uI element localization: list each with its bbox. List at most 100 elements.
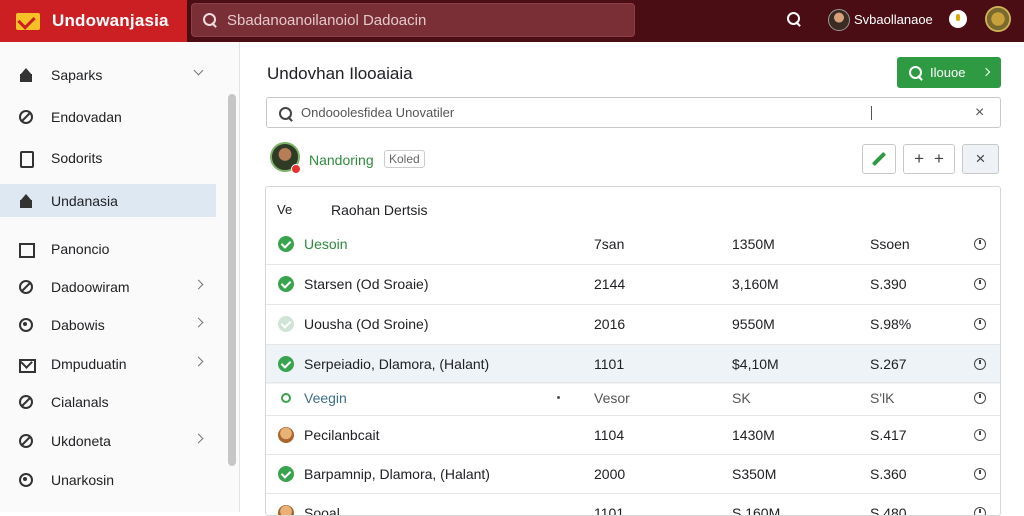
sidebar-item-label: Sodorits	[51, 149, 103, 166]
brand-name: Undowanjasia	[52, 11, 169, 30]
row-amount: SK	[732, 390, 751, 406]
table-row[interactable]: Uesoin 7san 1350M Ssoen	[266, 225, 1000, 265]
tools-button[interactable]: ×	[962, 144, 999, 174]
row-count: 7san	[594, 236, 625, 252]
search-icon	[279, 106, 292, 120]
chevron-right-icon	[193, 279, 204, 290]
clock-icon[interactable]	[974, 429, 986, 441]
add-button[interactable]: ++	[903, 144, 955, 174]
clock-icon[interactable]	[974, 392, 986, 404]
sidebar-item-label: Cialanals	[51, 393, 109, 410]
details-table: Ve Raohan Dertsis Uesoin 7san 1350M Ssoe…	[265, 186, 1001, 516]
check-icon	[278, 316, 294, 332]
chevron-right-icon	[193, 317, 204, 328]
primary-action-label: Ilouoe	[930, 65, 966, 80]
sidebar-item-saparks[interactable]: Saparks	[0, 58, 216, 91]
owner-name[interactable]: Nandoring	[309, 152, 374, 168]
row-value: S.98%	[870, 316, 912, 332]
sidebar-item-label: Endovadan	[51, 108, 122, 125]
row-amount: 1350M	[732, 236, 775, 252]
sidebar-item-dadoowiram[interactable]: Dadoowiram	[0, 270, 216, 303]
mail-logo-icon	[16, 12, 40, 30]
sidebar-item-label: Unarkosin	[51, 471, 115, 488]
chevron-right-icon	[193, 356, 204, 367]
sidebar-item-undanasia[interactable]: Undanasia	[0, 184, 216, 217]
status-badge-icon	[291, 164, 301, 174]
table-row[interactable]: Pecilanbcait 1104 1430M S.417	[266, 415, 1000, 455]
box-icon	[19, 242, 35, 258]
check-icon	[278, 356, 294, 372]
sidebar-item-cialanals[interactable]: Cialanals	[0, 385, 216, 418]
row-amount: 3,160M	[732, 276, 779, 292]
pencil-icon	[871, 151, 887, 167]
document-icon	[19, 150, 34, 168]
row-count: 1101	[594, 505, 625, 516]
slash-circle-icon	[19, 109, 33, 124]
sidebar-item-endovadan[interactable]: Endovadan	[0, 100, 216, 133]
row-name: Pecilanbcait	[304, 427, 380, 443]
sidebar-item-sodorits[interactable]: Sodorits	[0, 141, 216, 174]
table-row[interactable]: Starsen (Od Sroaie) 2144 3,160M S.390	[266, 264, 1000, 304]
search-icon[interactable]	[787, 12, 801, 26]
table-row[interactable]: Barpamnip, Dlamora, (Halant) 2000 S350M …	[266, 454, 1000, 494]
row-amount: 9550M	[732, 316, 775, 332]
row-value: Ssoen	[870, 236, 910, 252]
plus-icon: ++	[914, 149, 954, 168]
row-count: 2016	[594, 316, 626, 332]
sidebar-item-label: Dmpuduatin	[51, 355, 127, 372]
sidebar-item-panoncio[interactable]: Panoncio	[0, 232, 216, 265]
mail-icon	[19, 357, 36, 373]
search-icon	[203, 13, 217, 27]
radio-icon	[281, 393, 291, 403]
row-count: 1101	[594, 356, 625, 372]
sidebar-item-dabowis[interactable]: Dabowis	[0, 308, 216, 341]
row-amount: S.160M	[732, 505, 781, 516]
brand[interactable]: Undowanjasia	[0, 0, 187, 42]
user-name[interactable]: Svbaollanaoe	[854, 12, 933, 27]
clock-icon[interactable]	[974, 468, 986, 480]
table-row[interactable]: Uousha (Od Sroine) 2016 9550M S.98%	[266, 304, 1000, 344]
row-value: S.480	[870, 505, 907, 516]
row-name: Serpeiadio, Dlamora, (Halant)	[304, 356, 490, 372]
primary-action-button[interactable]: Ilouoe	[897, 57, 1001, 88]
sidebar-item-label: Dadoowiram	[51, 278, 130, 295]
clock-icon[interactable]	[974, 278, 986, 290]
row-count: 2144	[594, 276, 626, 292]
row-count: Vesor	[594, 390, 630, 406]
sidebar-item-dmpuduatin[interactable]: Dmpuduatin	[0, 347, 216, 380]
slash-circle-icon	[19, 394, 33, 409]
row-value: S.360	[870, 466, 907, 482]
search-icon	[909, 66, 922, 79]
home-icon	[19, 193, 33, 208]
global-search-input[interactable]: Sbadanoanoilanoiol Dadoacin	[191, 3, 635, 37]
sidebar-item-unarkosin[interactable]: Unarkosin	[0, 463, 216, 496]
home-icon	[19, 67, 33, 82]
row-name: Veegin	[304, 390, 347, 406]
table-row[interactable]: Serpeiadio, Dlamora, (Halant) 1101 $4,10…	[266, 344, 1000, 384]
edit-button[interactable]	[862, 144, 896, 174]
filter-input[interactable]: Ondooolesfidea Unovatiler ×	[266, 97, 1001, 128]
sidebar: Saparks Endovadan Sodorits Undanasia Pan…	[0, 42, 240, 512]
check-icon	[278, 236, 294, 252]
clock-icon[interactable]	[974, 238, 986, 250]
dot-icon	[557, 396, 560, 399]
filter-text: Ondooolesfidea Unovatiler	[301, 105, 455, 120]
text-caret	[871, 106, 872, 120]
tools-icon: ×	[975, 149, 986, 168]
notification-icon[interactable]	[949, 10, 967, 28]
row-count: 2000	[594, 466, 626, 482]
user-avatar[interactable]	[828, 9, 850, 31]
sidebar-scrollbar[interactable]	[228, 94, 236, 466]
clock-icon[interactable]	[974, 318, 986, 330]
table-row[interactable]: Sooal 1101 S.160M S.480	[266, 493, 1000, 516]
clear-icon[interactable]: ×	[975, 104, 984, 122]
table-row[interactable]: Veegin Vesor SK S'lK	[266, 382, 1000, 415]
row-amount: $4,10M	[732, 356, 779, 372]
avatar	[278, 505, 294, 515]
clock-icon[interactable]	[974, 358, 986, 370]
row-count: 1104	[594, 427, 625, 443]
emblem-icon[interactable]	[985, 6, 1011, 32]
row-name: Uousha (Od Sroine)	[304, 316, 429, 332]
global-search-placeholder: Sbadanoanoilanoiol Dadoacin	[227, 11, 427, 29]
sidebar-item-ukdoneta[interactable]: Ukdoneta	[0, 424, 216, 457]
